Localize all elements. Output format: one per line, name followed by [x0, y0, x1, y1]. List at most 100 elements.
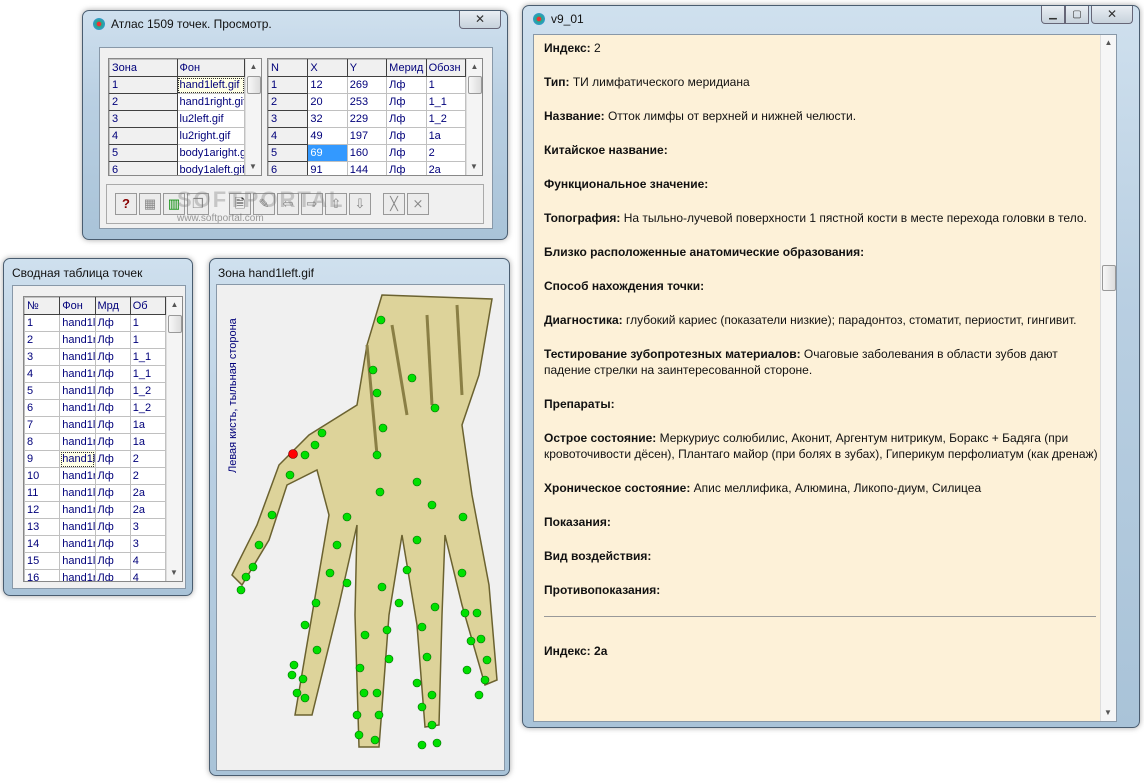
acupoint[interactable] [352, 710, 362, 720]
table-cell[interactable]: body1aleft.gif [176, 161, 245, 175]
table-row[interactable]: 2 hand1right.gif [109, 93, 245, 111]
table-cell[interactable]: hand1right. [59, 569, 96, 581]
table-cell[interactable]: 4 [268, 127, 309, 145]
table-row[interactable]: 3hand1left.gЛф1_1 [24, 348, 167, 366]
table-cell[interactable]: 16 [24, 569, 61, 581]
table-cell[interactable]: 1 [425, 76, 467, 94]
table-cell[interactable]: 3 [268, 110, 309, 128]
table-cell[interactable]: hand1right. [59, 433, 96, 451]
acupoint[interactable] [427, 690, 437, 700]
table-cell[interactable]: hand1right. [59, 331, 96, 349]
table-cell[interactable]: 144 [346, 161, 388, 175]
table-cell[interactable]: 1a [129, 416, 167, 434]
table-row[interactable]: 4hand1right.Лф1_1 [24, 365, 167, 383]
table-cell[interactable]: 2a [129, 484, 167, 502]
table-cell[interactable]: Лф [386, 93, 427, 111]
table-row[interactable]: 6hand1right.Лф1_2 [24, 399, 167, 417]
table-cell[interactable]: 4 [24, 365, 61, 383]
acupoint[interactable] [480, 675, 490, 685]
points-scrollbar[interactable]: ▲ ▼ [466, 59, 482, 175]
table-cell[interactable]: 6 [24, 399, 61, 417]
acupoint[interactable] [482, 655, 492, 665]
table-cell[interactable]: 1_2 [425, 110, 467, 128]
table-cell[interactable]: Лф [94, 433, 131, 451]
acupoint[interactable] [417, 622, 427, 632]
column-header[interactable]: Мрд [94, 297, 131, 315]
column-header[interactable]: Y [346, 59, 388, 77]
acupoint[interactable] [378, 423, 388, 433]
table-cell[interactable]: 10 [24, 467, 61, 485]
table-cell[interactable]: 4 [109, 127, 178, 145]
table-row[interactable]: 11hand1left.gЛф2a [24, 484, 167, 502]
table-row[interactable]: 8hand1right.Лф1a [24, 433, 167, 451]
table-cell[interactable]: 3 [129, 518, 167, 536]
table-row[interactable]: 1 hand1left.gif [109, 76, 245, 94]
acupoint[interactable] [407, 373, 417, 383]
table-row[interactable]: 5 body1aright.gif [109, 144, 245, 162]
table-cell[interactable]: 1_1 [129, 365, 167, 383]
table-row[interactable]: 15hand1left.gЛф4 [24, 552, 167, 570]
table-cell[interactable]: hand1right. [59, 501, 96, 519]
table-cell[interactable]: Лф [94, 535, 131, 553]
acupoint[interactable] [460, 608, 470, 618]
column-header[interactable]: N [268, 59, 309, 77]
acupoint[interactable] [267, 510, 277, 520]
table-cell[interactable]: hand1left.g [59, 382, 96, 400]
table-cell[interactable]: 8 [24, 433, 61, 451]
table-cell[interactable]: 1_1 [425, 93, 467, 111]
table-row[interactable]: 6 body1aleft.gif [109, 161, 245, 175]
table-cell[interactable]: 4 [129, 569, 167, 581]
table-row[interactable]: 7hand1left.gЛф1a [24, 416, 167, 434]
table-cell[interactable]: 1_2 [129, 399, 167, 417]
table-row[interactable]: 4 49 197 Лф 1a [268, 127, 467, 145]
table-cell[interactable]: body1aright.gif [176, 144, 245, 162]
acupoint[interactable] [474, 690, 484, 700]
table-cell[interactable]: Лф [94, 518, 131, 536]
column-header[interactable]: Зона [109, 59, 178, 77]
acupoint[interactable] [298, 674, 308, 684]
table-row[interactable]: 4 lu2right.gif [109, 127, 245, 145]
table-cell[interactable]: 4 [129, 552, 167, 570]
table-cell[interactable]: 269 [346, 76, 388, 94]
table-cell[interactable]: 1_1 [129, 348, 167, 366]
table-cell[interactable]: Лф [94, 450, 131, 468]
acupoint[interactable] [292, 688, 302, 698]
acupoint[interactable] [432, 738, 442, 748]
acupoint[interactable] [370, 735, 380, 745]
table-row[interactable]: 14hand1right.Лф3 [24, 535, 167, 553]
table-cell[interactable]: 1 [129, 331, 167, 349]
table-cell[interactable]: hand1right. [59, 399, 96, 417]
delete-button[interactable]: ╳ [383, 193, 405, 215]
table-row[interactable]: 2hand1right.Лф1 [24, 331, 167, 349]
table-row[interactable]: 2 20 253 Лф 1_1 [268, 93, 467, 111]
table-cell[interactable]: hand1left.g [59, 416, 96, 434]
acupoint[interactable] [476, 634, 486, 644]
table-cell[interactable]: 1_2 [129, 382, 167, 400]
acupoint[interactable] [462, 665, 472, 675]
table-cell[interactable]: 1 [24, 314, 61, 332]
table-cell[interactable]: 3 [129, 535, 167, 553]
table-cell[interactable]: Лф [94, 382, 131, 400]
acupoint[interactable] [417, 702, 427, 712]
table-cell[interactable]: hand1left.g [59, 450, 96, 468]
acupoint[interactable] [375, 487, 385, 497]
acupoint[interactable] [377, 582, 387, 592]
table-cell[interactable]: Лф [94, 484, 131, 502]
table-cell[interactable]: 7 [24, 416, 61, 434]
zone-image-area[interactable]: Левая кисть, тыльная сторона [216, 284, 505, 771]
table-row[interactable]: 6 91 144 Лф 2a [268, 161, 467, 175]
table-cell[interactable]: 49 [307, 127, 348, 145]
table-cell[interactable]: 13 [24, 518, 61, 536]
table-cell[interactable]: 5 [109, 144, 178, 162]
table-cell[interactable]: 2a [425, 161, 467, 175]
table-cell[interactable]: hand1left.g [59, 552, 96, 570]
table-cell[interactable]: Лф [386, 127, 427, 145]
acupoint[interactable] [311, 598, 321, 608]
table-cell[interactable]: Лф [386, 110, 427, 128]
acupoint[interactable] [430, 403, 440, 413]
table-cell[interactable]: 5 [24, 382, 61, 400]
column-header[interactable]: № [24, 297, 61, 315]
table-cell[interactable]: 3 [109, 110, 178, 128]
table-cell[interactable]: 69 [307, 144, 348, 162]
acupoint[interactable] [342, 512, 352, 522]
